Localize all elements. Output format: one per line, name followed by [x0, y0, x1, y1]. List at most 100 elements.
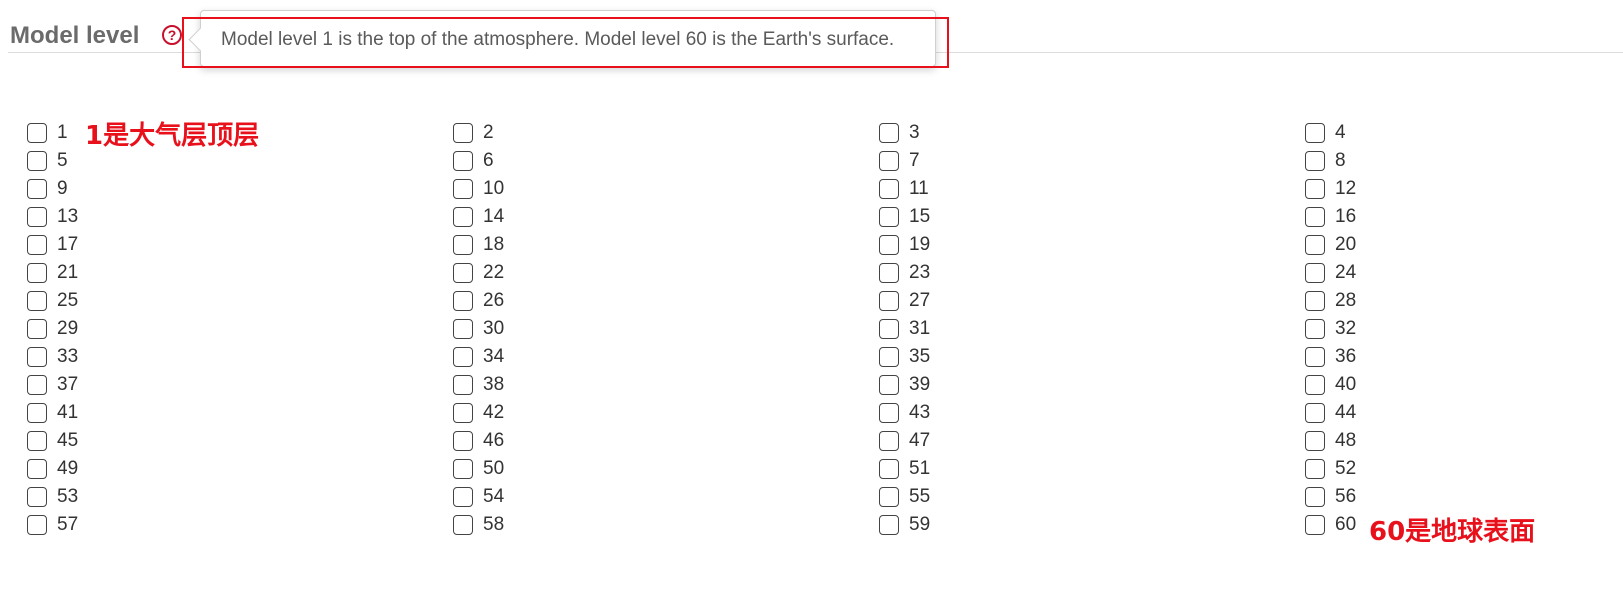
level-checkbox[interactable]: [453, 431, 473, 451]
level-checkbox-item[interactable]: 46: [453, 429, 504, 453]
level-checkbox-item[interactable]: 10: [453, 177, 504, 201]
level-checkbox[interactable]: [27, 515, 47, 535]
level-checkbox-item[interactable]: 9: [27, 177, 68, 201]
level-checkbox-item[interactable]: 12: [1305, 177, 1356, 201]
level-checkbox-item[interactable]: 33: [27, 345, 78, 369]
level-checkbox[interactable]: [1305, 179, 1325, 199]
level-checkbox-item[interactable]: 36: [1305, 345, 1356, 369]
level-checkbox[interactable]: [879, 235, 899, 255]
level-checkbox-item[interactable]: 19: [879, 233, 930, 257]
level-checkbox[interactable]: [1305, 431, 1325, 451]
level-checkbox[interactable]: [453, 235, 473, 255]
level-checkbox-item[interactable]: 7: [879, 149, 920, 173]
level-checkbox-item[interactable]: 32: [1305, 317, 1356, 341]
level-checkbox-item[interactable]: 24: [1305, 261, 1356, 285]
level-checkbox[interactable]: [879, 515, 899, 535]
level-checkbox[interactable]: [879, 403, 899, 423]
level-checkbox-item[interactable]: 44: [1305, 401, 1356, 425]
level-checkbox-item[interactable]: 16: [1305, 205, 1356, 229]
level-checkbox-item[interactable]: 52: [1305, 457, 1356, 481]
level-checkbox[interactable]: [27, 179, 47, 199]
level-checkbox[interactable]: [1305, 123, 1325, 143]
level-checkbox[interactable]: [27, 207, 47, 227]
level-checkbox[interactable]: [1305, 263, 1325, 283]
level-checkbox-item[interactable]: 43: [879, 401, 930, 425]
level-checkbox[interactable]: [879, 123, 899, 143]
level-checkbox-item[interactable]: 25: [27, 289, 78, 313]
level-checkbox[interactable]: [1305, 291, 1325, 311]
level-checkbox[interactable]: [453, 179, 473, 199]
level-checkbox[interactable]: [453, 263, 473, 283]
level-checkbox[interactable]: [453, 347, 473, 367]
level-checkbox-item[interactable]: 18: [453, 233, 504, 257]
level-checkbox[interactable]: [453, 319, 473, 339]
level-checkbox[interactable]: [1305, 235, 1325, 255]
level-checkbox[interactable]: [27, 375, 47, 395]
level-checkbox[interactable]: [453, 459, 473, 479]
level-checkbox[interactable]: [1305, 319, 1325, 339]
level-checkbox[interactable]: [879, 487, 899, 507]
level-checkbox-item[interactable]: 45: [27, 429, 78, 453]
level-checkbox[interactable]: [453, 123, 473, 143]
level-checkbox-item[interactable]: 20: [1305, 233, 1356, 257]
level-checkbox[interactable]: [453, 487, 473, 507]
level-checkbox-item[interactable]: 40: [1305, 373, 1356, 397]
level-checkbox-item[interactable]: 37: [27, 373, 78, 397]
level-checkbox[interactable]: [27, 403, 47, 423]
level-checkbox-item[interactable]: 4: [1305, 121, 1346, 145]
level-checkbox-item[interactable]: 8: [1305, 149, 1346, 173]
level-checkbox-item[interactable]: 35: [879, 345, 930, 369]
level-checkbox[interactable]: [1305, 515, 1325, 535]
level-checkbox-item[interactable]: 50: [453, 457, 504, 481]
level-checkbox-item[interactable]: 11: [879, 177, 929, 201]
level-checkbox-item[interactable]: 39: [879, 373, 930, 397]
level-checkbox[interactable]: [27, 431, 47, 451]
level-checkbox[interactable]: [27, 319, 47, 339]
level-checkbox-item[interactable]: 55: [879, 485, 930, 509]
level-checkbox-item[interactable]: 13: [27, 205, 78, 229]
level-checkbox-item[interactable]: 48: [1305, 429, 1356, 453]
level-checkbox[interactable]: [27, 459, 47, 479]
level-checkbox[interactable]: [1305, 487, 1325, 507]
level-checkbox-item[interactable]: 26: [453, 289, 504, 313]
level-checkbox[interactable]: [1305, 375, 1325, 395]
level-checkbox[interactable]: [453, 151, 473, 171]
level-checkbox-item[interactable]: 3: [879, 121, 920, 145]
level-checkbox-item[interactable]: 21: [27, 261, 78, 285]
level-checkbox-item[interactable]: 59: [879, 513, 930, 537]
level-checkbox-item[interactable]: 5: [27, 149, 68, 173]
level-checkbox-item[interactable]: 15: [879, 205, 930, 229]
level-checkbox-item[interactable]: 58: [453, 513, 504, 537]
level-checkbox[interactable]: [453, 515, 473, 535]
level-checkbox-item[interactable]: 53: [27, 485, 78, 509]
level-checkbox-item[interactable]: 6: [453, 149, 494, 173]
question-circle-icon[interactable]: ?: [162, 25, 182, 45]
level-checkbox-item[interactable]: 56: [1305, 485, 1356, 509]
level-checkbox[interactable]: [879, 375, 899, 395]
level-checkbox-item[interactable]: 57: [27, 513, 78, 537]
level-checkbox[interactable]: [1305, 207, 1325, 227]
level-checkbox-item[interactable]: 42: [453, 401, 504, 425]
level-checkbox-item[interactable]: 27: [879, 289, 930, 313]
level-checkbox-item[interactable]: 1: [27, 121, 68, 145]
level-checkbox-item[interactable]: 51: [879, 457, 930, 481]
level-checkbox-item[interactable]: 29: [27, 317, 78, 341]
level-checkbox[interactable]: [879, 459, 899, 479]
level-checkbox-item[interactable]: 38: [453, 373, 504, 397]
level-checkbox[interactable]: [453, 207, 473, 227]
level-checkbox-item[interactable]: 2: [453, 121, 494, 145]
level-checkbox[interactable]: [879, 319, 899, 339]
level-checkbox-item[interactable]: 49: [27, 457, 78, 481]
level-checkbox[interactable]: [879, 291, 899, 311]
level-checkbox-item[interactable]: 31: [879, 317, 930, 341]
level-checkbox-item[interactable]: 17: [27, 233, 78, 257]
level-checkbox[interactable]: [453, 403, 473, 423]
level-checkbox-item[interactable]: 54: [453, 485, 504, 509]
level-checkbox[interactable]: [1305, 151, 1325, 171]
level-checkbox[interactable]: [879, 179, 899, 199]
level-checkbox[interactable]: [453, 375, 473, 395]
level-checkbox[interactable]: [27, 263, 47, 283]
level-checkbox-item[interactable]: 41: [27, 401, 78, 425]
level-checkbox[interactable]: [879, 207, 899, 227]
level-checkbox-item[interactable]: 30: [453, 317, 504, 341]
